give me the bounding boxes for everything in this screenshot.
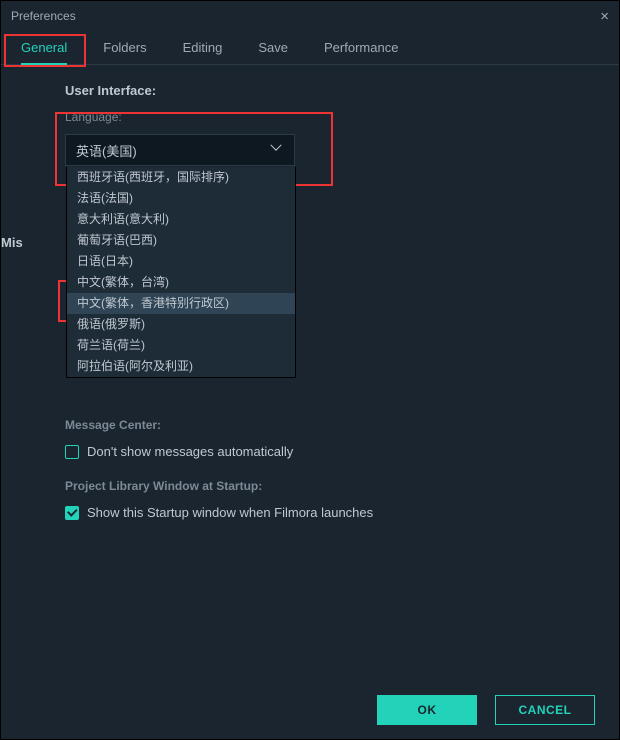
cancel-button[interactable]: CANCEL: [495, 695, 595, 725]
project-library-window-label: Project Library Window at Startup:: [65, 479, 591, 493]
language-selected-value: 英语(美国): [76, 141, 137, 160]
language-label: Language:: [65, 110, 591, 124]
tabbar: General Folders Editing Save Performance: [1, 31, 619, 65]
tab-save[interactable]: Save: [258, 31, 288, 65]
dont-show-messages-checkbox[interactable]: [65, 445, 79, 459]
tab-folders[interactable]: Folders: [103, 31, 146, 65]
dont-show-messages-label: Don't show messages automatically: [87, 444, 293, 459]
misc-heading-partial: Mis: [1, 235, 23, 250]
language-option[interactable]: 中文(繁体，台湾): [67, 272, 295, 293]
language-option[interactable]: 葡萄牙语(巴西): [67, 230, 295, 251]
language-option[interactable]: 日语(日本): [67, 251, 295, 272]
language-select[interactable]: 英语(美国) 西班牙语(西班牙，国际排序)法语(法国)意大利语(意大利)葡萄牙语…: [65, 134, 295, 166]
language-option[interactable]: 中文(繁体，香港特别行政区): [67, 293, 295, 314]
message-center-label: Message Center:: [65, 418, 591, 432]
window-title: Preferences: [11, 9, 76, 23]
language-option[interactable]: 法语(法国): [67, 188, 295, 209]
language-option[interactable]: 意大利语(意大利): [67, 209, 295, 230]
tab-editing[interactable]: Editing: [183, 31, 223, 65]
show-startup-window-checkbox[interactable]: [65, 506, 79, 520]
show-startup-window-label: Show this Startup window when Filmora la…: [87, 505, 373, 520]
preferences-dialog: Preferences × General Folders Editing Sa…: [0, 0, 620, 740]
language-option[interactable]: 俄语(俄罗斯): [67, 314, 295, 335]
content-area: User Interface: Language: 英语(美国) 西班牙语(西班…: [1, 65, 619, 681]
language-option[interactable]: 西班牙语(西班牙，国际排序): [67, 167, 295, 188]
tab-general[interactable]: General: [21, 31, 67, 65]
tab-performance[interactable]: Performance: [324, 31, 398, 65]
titlebar: Preferences ×: [1, 1, 619, 31]
close-icon[interactable]: ×: [600, 8, 609, 25]
language-dropdown[interactable]: 西班牙语(西班牙，国际排序)法语(法国)意大利语(意大利)葡萄牙语(巴西)日语(…: [66, 167, 296, 378]
dont-show-messages-row[interactable]: Don't show messages automatically: [65, 444, 591, 459]
language-option[interactable]: 荷兰语(荷兰): [67, 335, 295, 356]
show-startup-window-row[interactable]: Show this Startup window when Filmora la…: [65, 505, 591, 520]
chevron-down-icon: [272, 144, 284, 156]
ok-button[interactable]: OK: [377, 695, 477, 725]
dialog-footer: OK CANCEL: [1, 681, 619, 739]
language-option[interactable]: 阿拉伯语(阿尔及利亚): [67, 356, 295, 377]
user-interface-heading: User Interface:: [65, 83, 591, 98]
